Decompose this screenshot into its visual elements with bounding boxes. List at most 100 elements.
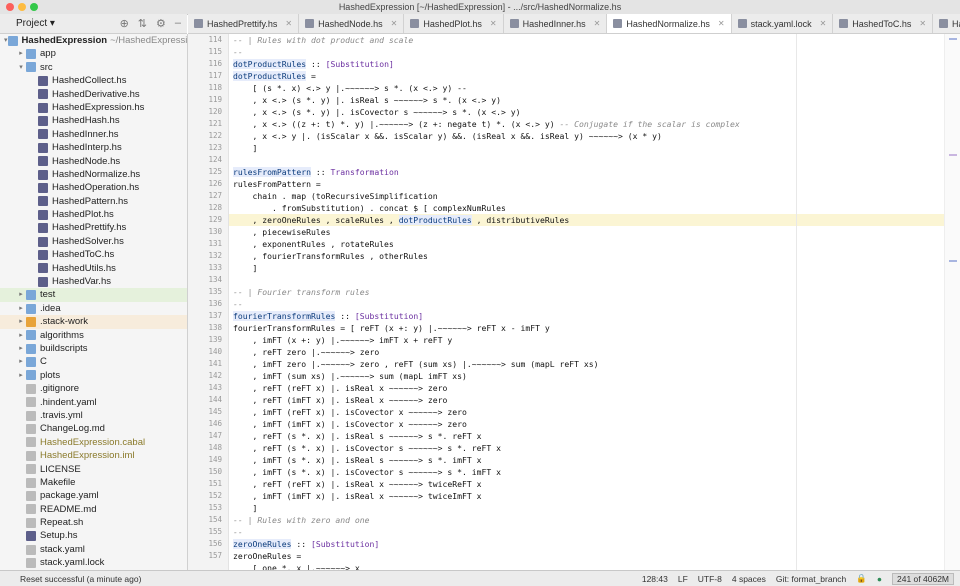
tree-item[interactable]: ▸ test	[0, 288, 187, 302]
close-tab-icon[interactable]: ✕	[391, 19, 398, 28]
tree-item[interactable]: HashedExpression.hs	[0, 101, 187, 114]
expand-arrow-icon[interactable]: ▸	[16, 342, 26, 355]
folder-icon	[26, 316, 36, 327]
scroll-marker	[949, 154, 957, 156]
expand-arrow-icon[interactable]: ▸	[16, 47, 26, 60]
close-tab-icon[interactable]: ✕	[490, 19, 497, 28]
close-tab-icon[interactable]: ✕	[919, 19, 926, 28]
haskell-file-icon	[194, 19, 203, 28]
tree-item[interactable]: ▸ algorithms	[0, 329, 187, 342]
tree-item[interactable]: HashedUtils.hs	[0, 262, 187, 275]
tree-item[interactable]: HashedCollect.hs	[0, 74, 187, 87]
code-line: , reFT (s *. x) |. isReal s ~~~~~~> s *.…	[233, 431, 482, 441]
tree-item[interactable]: HashedToC.hs	[0, 248, 187, 261]
tree-item[interactable]: .gitignore	[0, 382, 187, 395]
code-editor[interactable]: -- | Rules with dot product and scale -- d…	[229, 34, 944, 570]
expand-arrow-icon[interactable]: ▾	[16, 61, 26, 74]
haskell-file-icon	[38, 236, 48, 247]
tree-item[interactable]: HashedExpression.iml	[0, 449, 187, 462]
tree-item-label: Makefile	[40, 476, 76, 488]
tree-item[interactable]: package.yaml	[0, 489, 187, 502]
tree-item-label: HashedInner.hs	[52, 128, 119, 140]
tree-item[interactable]: HashedNode.hs	[0, 155, 187, 168]
tree-item[interactable]: Makefile	[0, 476, 187, 489]
target-icon[interactable]: ⊕	[120, 17, 129, 30]
tree-item[interactable]: HashedExpression.cabal	[0, 436, 187, 449]
tree-item[interactable]: ▸ plots	[0, 369, 187, 382]
close-tab-icon[interactable]: ✕	[718, 19, 725, 28]
file-encoding[interactable]: UTF-8	[698, 574, 722, 584]
tree-item[interactable]: LICENSE	[0, 463, 187, 476]
code-line: ]	[233, 143, 258, 153]
tree-item[interactable]: Repeat.sh	[0, 516, 187, 529]
close-tab-icon[interactable]: ✕	[820, 19, 827, 28]
tree-item[interactable]: HashedPlot.hs	[0, 208, 187, 221]
zoom-window-button[interactable]	[30, 3, 38, 11]
gear-icon[interactable]: ⚙	[156, 17, 166, 30]
expand-arrow-icon[interactable]: ▸	[16, 329, 26, 342]
tree-item[interactable]: stack.yaml.lock	[0, 556, 187, 569]
haskell-file-icon	[38, 116, 48, 127]
tree-item[interactable]: HashedPattern.hs	[0, 195, 187, 208]
expand-arrow-icon[interactable]: ▾	[4, 34, 8, 47]
hide-icon[interactable]: –	[175, 17, 181, 30]
git-branch[interactable]: Git: format_branch	[776, 574, 846, 584]
tree-item[interactable]: HashedPrettify.hs	[0, 221, 187, 234]
indent-setting[interactable]: 4 spaces	[732, 574, 766, 584]
tree-item[interactable]: ▾ HashedExpression~/HashedExpression	[0, 34, 187, 47]
tree-item[interactable]: stack.yaml	[0, 543, 187, 556]
tree-item[interactable]: ▸ C	[0, 355, 187, 368]
close-tab-icon[interactable]: ✕	[594, 19, 601, 28]
tree-item[interactable]: ▸ .idea	[0, 302, 187, 315]
file-icon	[26, 383, 36, 394]
expand-arrow-icon[interactable]: ▸	[16, 369, 26, 382]
collapse-icon[interactable]: ⇅	[138, 17, 147, 30]
expand-arrow-icon[interactable]: ▸	[16, 288, 26, 301]
minimize-window-button[interactable]	[18, 3, 26, 11]
editor-tab[interactable]: HashedToC.hs ✕	[833, 14, 934, 33]
editor-tab[interactable]: HashedPrettify.hs ✕	[188, 14, 300, 33]
editor-tab[interactable]: stack.yaml.lock ✕	[732, 14, 834, 33]
editor-tab[interactable]: HashedInner.hs ✕	[504, 14, 608, 33]
tree-item[interactable]: ▸ .stack-work	[0, 315, 187, 329]
tree-item[interactable]: HashedVar.hs	[0, 275, 187, 288]
line-separator[interactable]: LF	[678, 574, 688, 584]
editor-tab[interactable]: HashedPattern.hs✕	[933, 14, 960, 33]
editor-tab[interactable]: HashedPlot.hs ✕	[404, 14, 504, 33]
tree-item[interactable]: ChangeLog.md	[0, 422, 187, 435]
haskell-file-icon	[38, 223, 48, 234]
cursor-position[interactable]: 128:43	[642, 574, 668, 584]
tree-item[interactable]: .hindent.yaml	[0, 396, 187, 409]
folder-icon	[26, 357, 36, 368]
editor-scrollbar[interactable]	[944, 34, 960, 570]
editor-tab[interactable]: HashedNode.hs ✕	[299, 14, 405, 33]
memory-indicator[interactable]: 241 of 4062M	[892, 572, 954, 585]
tree-item[interactable]: README.md	[0, 503, 187, 516]
project-panel-header: Project ▾ ⊕ ⇅ ⚙ –	[0, 14, 187, 34]
close-window-button[interactable]	[6, 3, 14, 11]
expand-arrow-icon[interactable]: ▸	[16, 315, 26, 328]
haskell-file-icon	[839, 19, 849, 28]
expand-arrow-icon[interactable]: ▸	[16, 302, 26, 315]
file-icon	[26, 477, 36, 488]
project-view-selector[interactable]: Project ▾	[16, 18, 55, 29]
tree-item[interactable]: HashedInterp.hs	[0, 141, 187, 154]
project-toolbar: ⊕ ⇅ ⚙ –	[120, 17, 181, 30]
tree-item[interactable]: ▸ buildscripts	[0, 342, 187, 355]
inspector-icon[interactable]: ●	[877, 574, 882, 584]
tree-item[interactable]: ▸ app	[0, 47, 187, 60]
tree-item[interactable]: HashedOperation.hs	[0, 181, 187, 194]
tree-item[interactable]: HashedHash.hs	[0, 114, 187, 127]
expand-arrow-icon[interactable]: ▸	[16, 355, 26, 368]
tree-item[interactable]: Setup.hs	[0, 529, 187, 542]
editor-tab[interactable]: HashedNormalize.hs ✕	[607, 14, 732, 33]
tree-item[interactable]: ▾ src	[0, 61, 187, 74]
tree-item[interactable]: HashedInner.hs	[0, 128, 187, 141]
close-tab-icon[interactable]: ✕	[285, 19, 292, 28]
tree-item[interactable]: HashedNormalize.hs	[0, 168, 187, 181]
tree-item[interactable]: .travis.yml	[0, 409, 187, 422]
tree-item[interactable]: HashedDerivative.hs	[0, 88, 187, 101]
line-number: 135	[208, 287, 222, 296]
tree-item[interactable]: HashedSolver.hs	[0, 235, 187, 248]
lock-icon[interactable]: 🔒	[856, 573, 867, 584]
